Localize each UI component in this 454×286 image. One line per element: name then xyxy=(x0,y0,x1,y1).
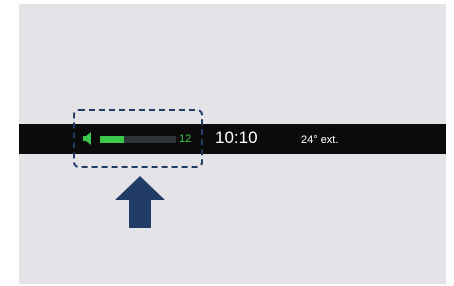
clock-time: 10:10 xyxy=(215,128,258,147)
outside-temperature: 24° ext. xyxy=(301,134,339,146)
volume-highlight-frame xyxy=(73,109,203,168)
display-screen: 12 10:10 24° ext. xyxy=(19,4,446,284)
up-arrow-icon xyxy=(115,176,165,228)
